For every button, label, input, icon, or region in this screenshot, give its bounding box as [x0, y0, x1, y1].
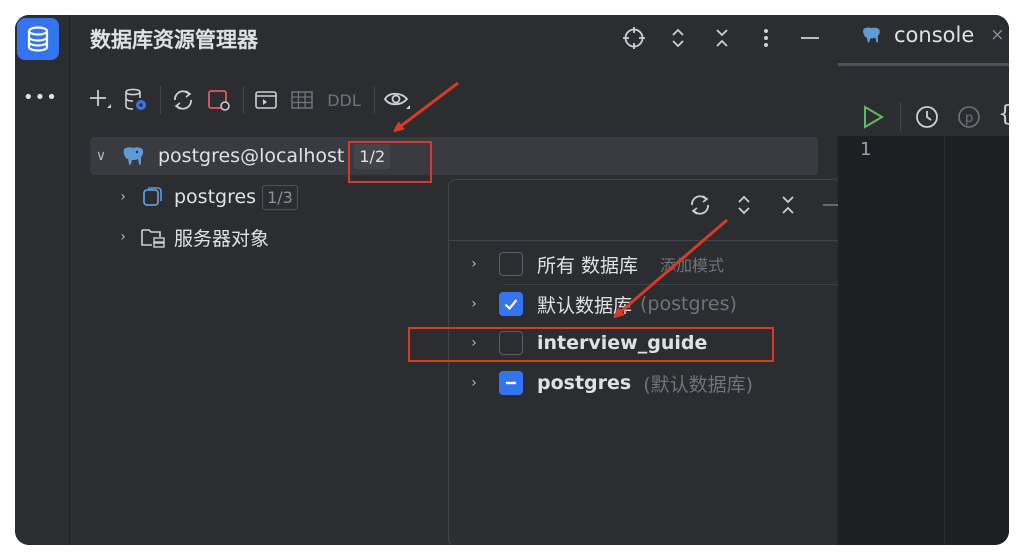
- ide-window: ••• 数据库资源管理器 DDL ∨ postgres@localhost 1/…: [15, 15, 1009, 545]
- annotation-arrows: [15, 81, 728, 545]
- annotation-arrow-to-interview-guide: [617, 218, 728, 315]
- annotation-arrow-to-badge: [397, 81, 459, 129]
